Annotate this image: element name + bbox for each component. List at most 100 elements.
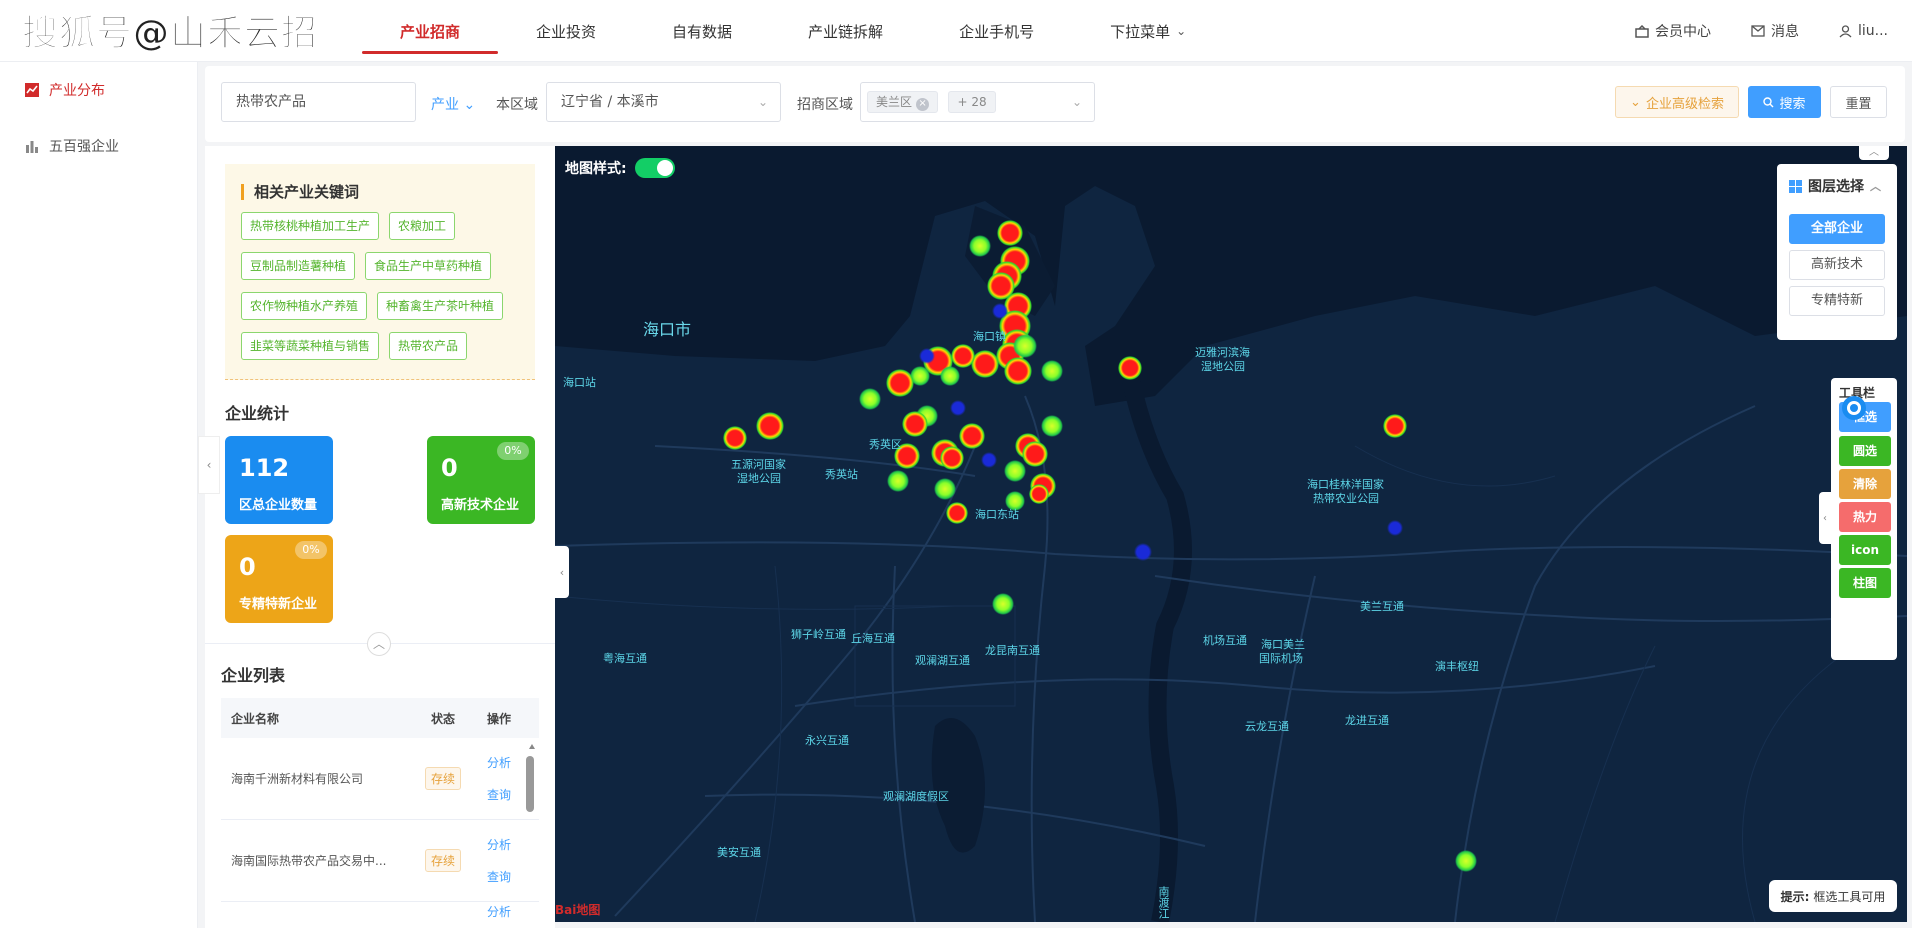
search-label: 搜索	[1779, 96, 1806, 112]
sidebar-item-top500[interactable]: 五百强企业	[0, 118, 197, 174]
user-menu[interactable]: liu...	[1839, 23, 1888, 39]
nav-item-own-data[interactable]: 自有数据	[634, 0, 770, 62]
nav-label: 企业手机号	[959, 22, 1035, 41]
sidebar-item-industry-distribution[interactable]: 产业分布	[0, 62, 197, 118]
local-region-label: 本区域	[496, 97, 538, 113]
layer-hightech[interactable]: 高新技术	[1789, 250, 1885, 280]
heat-point	[1013, 334, 1037, 358]
map-label: 机场互通	[1203, 634, 1247, 647]
stat-card-specialized[interactable]: 0% 0 专精特新企业	[225, 535, 333, 623]
close-icon[interactable]: ×	[916, 98, 930, 111]
sidebar: 产业分布 五百强企业	[0, 62, 198, 928]
sidebar-item-label: 产业分布	[49, 83, 105, 99]
stat-card-total[interactable]: 112 区总企业数量	[225, 436, 333, 524]
heat-point	[951, 344, 975, 368]
tool-icon[interactable]: icon	[1839, 535, 1891, 565]
heat-point	[919, 348, 935, 364]
analyze-link[interactable]: 分析	[471, 747, 527, 779]
heat-point	[950, 400, 966, 416]
heat-point	[756, 412, 784, 440]
nav-item-dropdown-menu[interactable]: 下拉菜单 ⌄	[1072, 0, 1224, 62]
map-label: 演丰枢纽	[1435, 660, 1479, 673]
company-list-title: 企业列表	[221, 666, 286, 685]
collapse-filter-button[interactable]: ︿	[1859, 146, 1889, 160]
tool-heatmap[interactable]: 热力	[1839, 502, 1891, 532]
expand-panel-button[interactable]: ‹	[555, 546, 569, 598]
chevron-down-icon: ⌄	[1176, 24, 1187, 38]
nav-item-enterprise-phone[interactable]: 企业手机号	[921, 0, 1072, 62]
user-icon	[1839, 24, 1852, 37]
heat-point	[997, 220, 1023, 246]
keyword-tag[interactable]: 韭菜等蔬菜种植与销售	[241, 332, 380, 360]
map-label: 丘海互通	[851, 632, 895, 645]
column-header-status: 状态	[430, 711, 455, 726]
chevron-down-icon: ⌄	[757, 95, 768, 109]
query-link[interactable]: 查询	[471, 861, 527, 893]
map-label: 海口站	[563, 376, 596, 389]
stat-value: 0	[239, 553, 256, 581]
keywords-title: 相关产业关键词	[241, 184, 359, 200]
locate-icon[interactable]	[1841, 395, 1867, 421]
tool-bar-chart[interactable]: 柱图	[1839, 568, 1891, 598]
local-region-select[interactable]: 辽宁省 / 本溪市 ⌄	[546, 82, 781, 122]
map-label: 国际机场	[1259, 652, 1303, 665]
status-badge: 存续	[424, 767, 461, 790]
chevron-up-icon[interactable]: ︿	[1870, 178, 1881, 194]
sidebar-item-label: 五百强企业	[49, 139, 119, 155]
status-badge: 存续	[424, 849, 461, 872]
map-style-toggle[interactable]	[634, 158, 675, 178]
keyword-tag[interactable]: 种畜禽生产茶叶种植	[377, 292, 504, 320]
layer-title-label: 图层选择	[1808, 179, 1864, 195]
keyword-tag[interactable]: 农作物种植水产养殖	[241, 292, 368, 320]
heat-point	[981, 452, 997, 468]
heat-point	[946, 502, 968, 524]
layer-all-enterprises[interactable]: 全部企业	[1789, 214, 1885, 244]
stat-label: 专精特新企业	[239, 597, 318, 612]
stat-badge: 0%	[295, 541, 327, 559]
keyword-input[interactable]: 热带农产品	[221, 82, 416, 122]
keyword-tag[interactable]: 豆制品制造薯种植	[241, 252, 356, 280]
stat-card-hightech[interactable]: 0% 0 高新技术企业	[427, 436, 535, 524]
nav-item-industry-investment[interactable]: 产业招商	[362, 0, 499, 62]
reset-button[interactable]: 重置	[1830, 86, 1887, 118]
tool-circle-select[interactable]: 圆选	[1839, 436, 1891, 466]
nav-item-industry-chain[interactable]: 产业链拆解	[770, 0, 921, 62]
tool-clear[interactable]: 清除	[1839, 469, 1891, 499]
nav-label: 自有数据	[672, 22, 733, 41]
nav-item-enterprise-investment[interactable]: 企业投资	[498, 0, 634, 62]
heat-point	[1029, 484, 1049, 504]
search-button[interactable]: 搜索	[1748, 86, 1821, 118]
messages-link[interactable]: 消息	[1751, 21, 1799, 41]
collapse-sidebar-button[interactable]: ‹	[198, 436, 220, 494]
collapse-stats-button[interactable]: ︿	[367, 632, 391, 656]
nav-label: 下拉菜单	[1110, 22, 1171, 41]
heat-point	[934, 478, 956, 500]
industry-dropdown[interactable]: 产业 ⌄	[431, 94, 475, 114]
company-name: 海南千洲新材料有限公司	[231, 772, 364, 786]
member-center-link[interactable]: 会员中心	[1635, 21, 1711, 41]
map-style-switch: 地图样式:	[565, 158, 675, 178]
map-label: 观澜湖互通	[915, 654, 970, 667]
advanced-search-button[interactable]: ⌄ 企业高级检索	[1615, 86, 1739, 118]
keyword-tag[interactable]: 热带农产品	[389, 332, 468, 360]
map-label: 云龙互通	[1245, 720, 1289, 733]
query-link[interactable]: 查询	[471, 779, 527, 811]
map-label: 狮子岭互通	[791, 628, 846, 641]
region-more-tag: + 28	[948, 91, 996, 113]
heat-point	[1004, 357, 1032, 385]
keyword-tag[interactable]: 食品生产中草药种植	[365, 252, 492, 280]
scroll-up-arrow[interactable]	[528, 742, 536, 750]
heat-point	[940, 366, 960, 386]
analyze-link[interactable]: 分析	[471, 902, 527, 922]
map-label: 南渡江	[1157, 886, 1170, 919]
keyword-tag[interactable]: 农粮加工	[389, 212, 456, 240]
keyword-tag[interactable]: 热带核桃种植加工生产	[241, 212, 380, 240]
main-nav: 产业招商 企业投资 自有数据 产业链拆解 企业手机号 下拉菜单 ⌄	[362, 0, 1224, 62]
analyze-link[interactable]: 分析	[471, 829, 527, 861]
company-name: 海南国际热带农产品交易中...	[231, 854, 387, 868]
scrollbar-thumb[interactable]	[526, 756, 534, 812]
target-region-select[interactable]: 美兰区 × + 28 ⌄	[860, 82, 1095, 122]
map-area[interactable]: 海口市 海口站 五源河国家 湿地公园 秀英站 秀英区 海口镇 海口东站 迈雅河滨…	[555, 146, 1907, 922]
layer-specialized[interactable]: 专精特新	[1789, 286, 1885, 316]
toolbar-collapse-button[interactable]: ‹	[1819, 492, 1831, 544]
